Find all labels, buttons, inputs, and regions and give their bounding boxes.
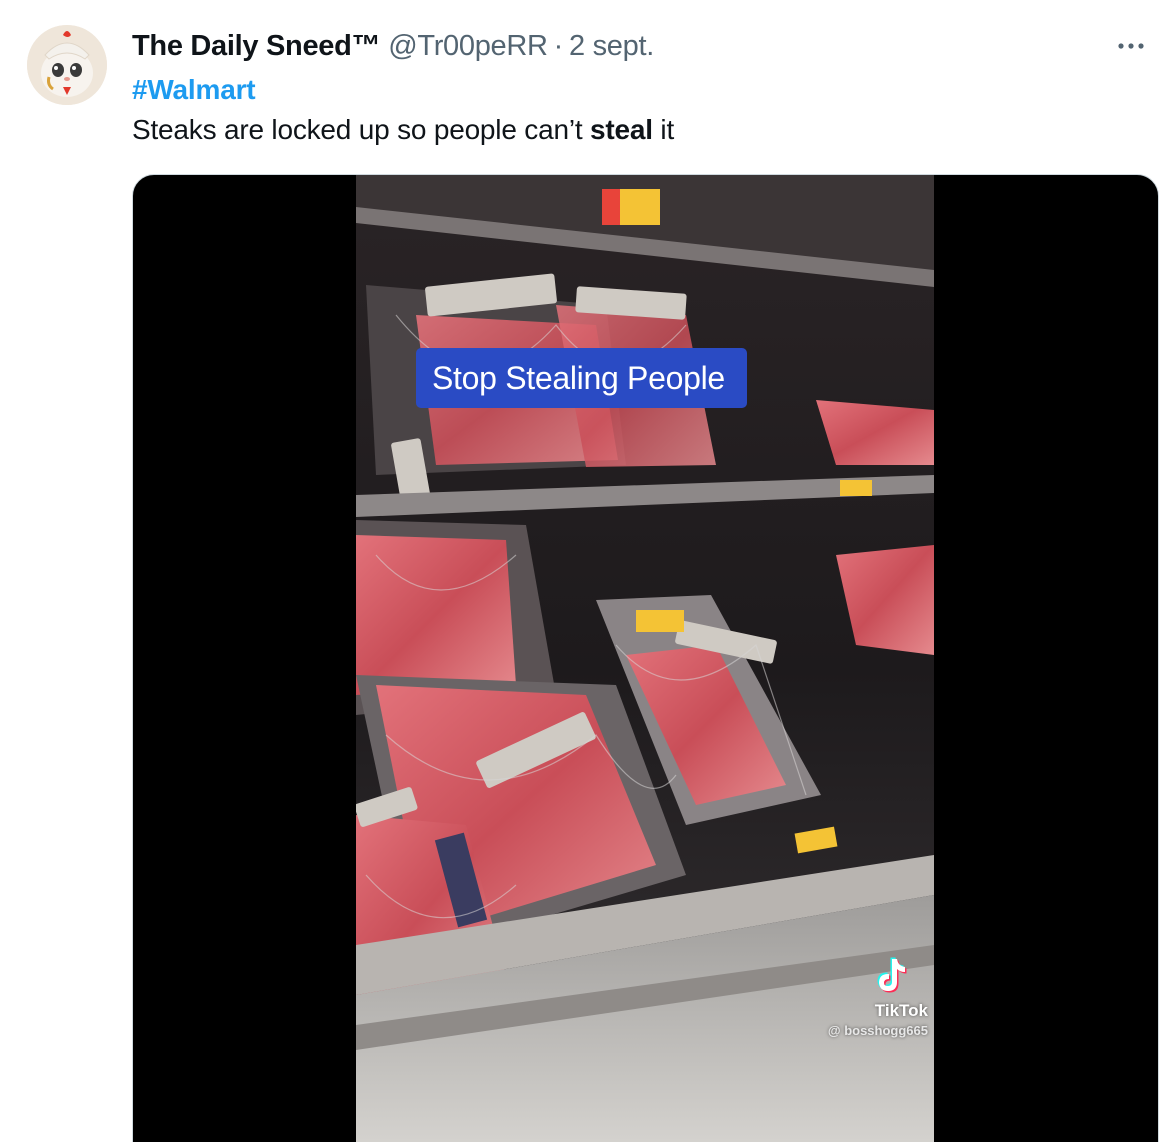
separator-dot: · <box>553 29 564 62</box>
tiktok-watermark-user: @ bosshogg665 <box>827 1023 928 1038</box>
avatar[interactable] <box>27 25 107 105</box>
tweet-text: #Walmart Steaks are locked up so people … <box>132 70 674 150</box>
tweet-body-line: Steaks are locked up so people can’t ste… <box>132 114 674 145</box>
more-horizontal-icon <box>1118 43 1144 49</box>
timestamp[interactable]: 2 sept. <box>569 30 654 63</box>
tweet-header: The Daily Sneed™ @Tr00peRR · 2 sept. <box>132 26 654 66</box>
bold-text: steal <box>590 114 653 145</box>
text-segment: it <box>652 114 675 145</box>
video-player[interactable]: Stop Stealing People TikTok @ bosshogg66… <box>132 174 1159 1142</box>
hashtag-link[interactable]: #Walmart <box>132 70 674 110</box>
more-options-button[interactable] <box>1116 34 1146 58</box>
video-caption: Stop Stealing People <box>416 348 747 408</box>
tiktok-watermark-brand: TikTok <box>874 1001 928 1020</box>
tiktok-icon <box>874 955 908 995</box>
text-segment: Steaks are locked up so people can’t <box>132 114 591 145</box>
video-still <box>356 175 934 1142</box>
user-handle[interactable]: @Tr00peRR <box>388 30 548 63</box>
video-frame: Stop Stealing People TikTok @ bosshogg66… <box>356 175 934 1142</box>
display-name[interactable]: The Daily Sneed™ <box>132 30 381 63</box>
tweet[interactable]: The Daily Sneed™ @Tr00peRR · 2 sept. #Wa… <box>0 0 1174 1142</box>
